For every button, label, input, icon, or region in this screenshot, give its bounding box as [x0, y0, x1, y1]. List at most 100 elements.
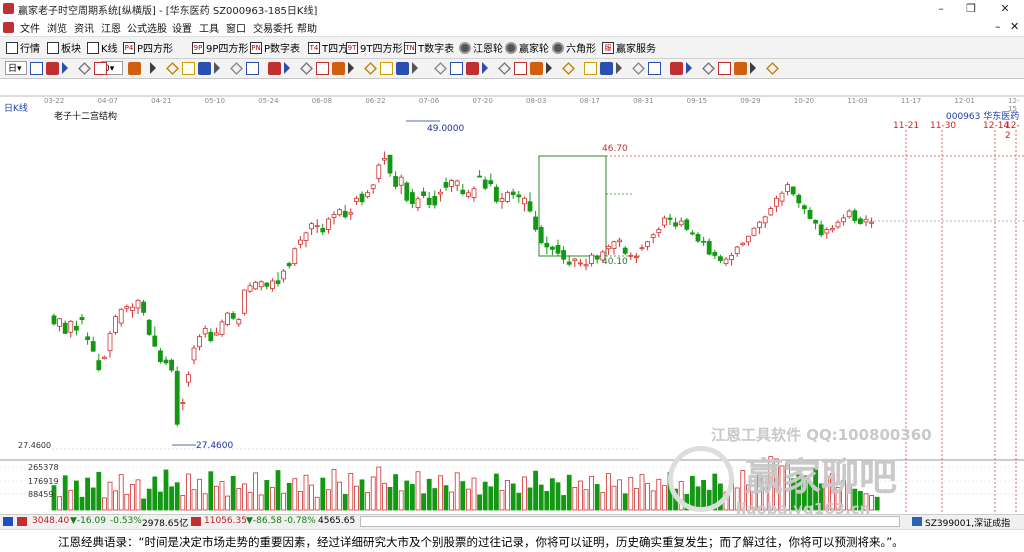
volume-bar	[258, 494, 264, 511]
volume-axis-2: 176919	[28, 477, 59, 486]
volume-bar	[107, 481, 113, 511]
volume-bar	[342, 493, 348, 511]
candle-body	[281, 270, 287, 280]
cycle-date-1: 11-21	[893, 121, 920, 131]
candle-body	[415, 198, 421, 208]
candle-body	[852, 210, 858, 222]
candle-body	[751, 227, 757, 236]
volume-bar	[460, 481, 466, 511]
candle-body	[275, 280, 281, 285]
candle-body	[269, 280, 275, 290]
volume-bar	[639, 474, 645, 511]
box-top-label: 46.70	[602, 144, 628, 154]
candle-body	[617, 239, 622, 243]
volume-bar	[191, 489, 197, 511]
candle-body	[359, 193, 365, 203]
candle-body	[578, 262, 583, 265]
volume-bar	[415, 471, 421, 511]
box-bottom-label: 40.10	[602, 257, 628, 267]
candle-body	[129, 306, 135, 311]
volume-bar	[74, 480, 79, 511]
low-price-label: 27.4600	[196, 441, 234, 451]
candle-body	[74, 325, 79, 331]
candle-body	[863, 218, 869, 223]
candle-body	[684, 219, 690, 230]
candle-body	[510, 191, 516, 196]
volume-bar	[303, 474, 309, 511]
volume-bar	[393, 474, 399, 511]
volume-bar	[387, 486, 393, 511]
volume-bar	[85, 477, 90, 511]
volume-bar	[152, 476, 158, 511]
volume-bar	[174, 482, 180, 511]
volume-bar	[281, 492, 287, 511]
volume-bar	[471, 477, 477, 511]
candle-body	[213, 332, 219, 336]
candle-body	[85, 336, 90, 341]
volume-bar	[505, 480, 511, 511]
volume-bar	[197, 478, 203, 511]
candle-body	[225, 312, 231, 325]
candle-body	[701, 240, 706, 243]
candle-body	[572, 258, 578, 262]
volume-bar	[297, 491, 303, 511]
volume-bar	[230, 475, 236, 511]
candle-body	[858, 218, 863, 224]
cycle-date-2: 11-30	[930, 121, 957, 131]
candle-body	[353, 197, 359, 202]
status-right-index: SZ399001,深证成指	[925, 519, 1011, 529]
volume-bar	[62, 475, 68, 511]
sz-index-value: 11056.35	[204, 516, 247, 526]
volume-bar	[163, 469, 169, 511]
candle-body	[376, 164, 382, 179]
candle-body	[437, 191, 443, 195]
candle-body	[309, 223, 315, 230]
sh-index-pct: -0.53%	[110, 516, 142, 526]
candle-body	[813, 219, 818, 224]
volume-bar	[365, 492, 371, 511]
sh-index-change: ▼-16.09	[70, 516, 106, 526]
candle-body	[746, 235, 751, 243]
sz-index-pct: -0.78%	[284, 516, 316, 526]
sh-index-amount: 2978.65亿	[142, 519, 189, 529]
quote-bar: 江恩经典语录：“时间是决定市场走势的重要因素，经过详细研究大市及个别股票的过往记…	[0, 529, 1024, 552]
volume-bar	[102, 497, 107, 511]
candle-body	[796, 194, 802, 204]
volume-bar	[96, 471, 102, 511]
index-switch-icon	[912, 517, 922, 526]
candle-body	[650, 234, 656, 238]
volume-bar	[286, 482, 292, 511]
candle-body	[493, 186, 499, 202]
volume-bar	[118, 474, 124, 511]
candle-body	[236, 319, 242, 325]
candle-body	[768, 208, 774, 216]
ticker-scrollbar[interactable]	[360, 516, 900, 527]
candle-body	[555, 245, 561, 254]
volume-bar	[359, 479, 365, 511]
left-axis-low-label: 27.4600	[18, 441, 52, 450]
candle-body	[381, 158, 387, 161]
candle-body	[253, 281, 259, 290]
volume-bar	[488, 486, 494, 511]
annotation-layer	[172, 120, 1024, 446]
candle-body	[824, 229, 830, 234]
volume-bar	[202, 493, 208, 511]
volume-bar	[129, 484, 135, 511]
candle-body	[51, 315, 57, 325]
candle-body	[197, 336, 203, 348]
candle-body	[465, 192, 471, 197]
volume-bar	[370, 476, 376, 511]
volume-bar	[275, 470, 281, 511]
candle-body	[779, 192, 785, 202]
volume-bar	[611, 485, 617, 511]
candle-body	[370, 184, 376, 189]
volume-bar	[331, 468, 337, 511]
volume-bar	[465, 488, 471, 511]
volume-bar	[516, 492, 522, 511]
candle-body	[583, 264, 589, 267]
volume-bar	[482, 481, 488, 511]
candle-body	[538, 227, 544, 244]
volume-bar	[409, 484, 415, 511]
candle-body	[835, 221, 841, 228]
volume-bar	[292, 478, 298, 511]
